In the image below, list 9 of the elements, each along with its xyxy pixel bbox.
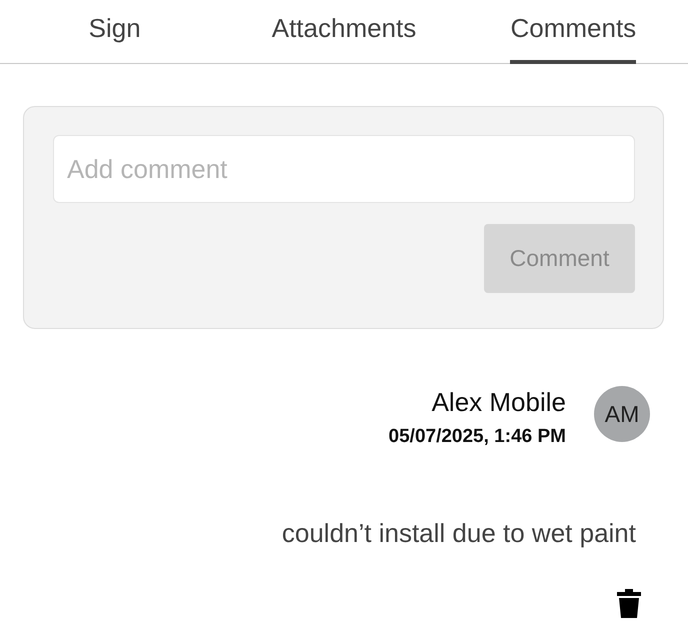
comment-text: couldn’t install due to wet paint bbox=[280, 516, 636, 550]
delete-icon[interactable] bbox=[617, 588, 641, 618]
comment-timestamp: 05/07/2025, 1:46 PM bbox=[388, 425, 566, 450]
comment-input-field[interactable]: Add comment bbox=[53, 135, 635, 203]
avatar: AM bbox=[594, 386, 650, 442]
tab[interactable]: Attachments bbox=[272, 0, 416, 64]
author-name: Alex Mobile bbox=[430, 387, 566, 418]
tab[interactable]: Sign bbox=[88, 0, 141, 64]
tab[interactable]: Comments bbox=[510, 0, 636, 64]
